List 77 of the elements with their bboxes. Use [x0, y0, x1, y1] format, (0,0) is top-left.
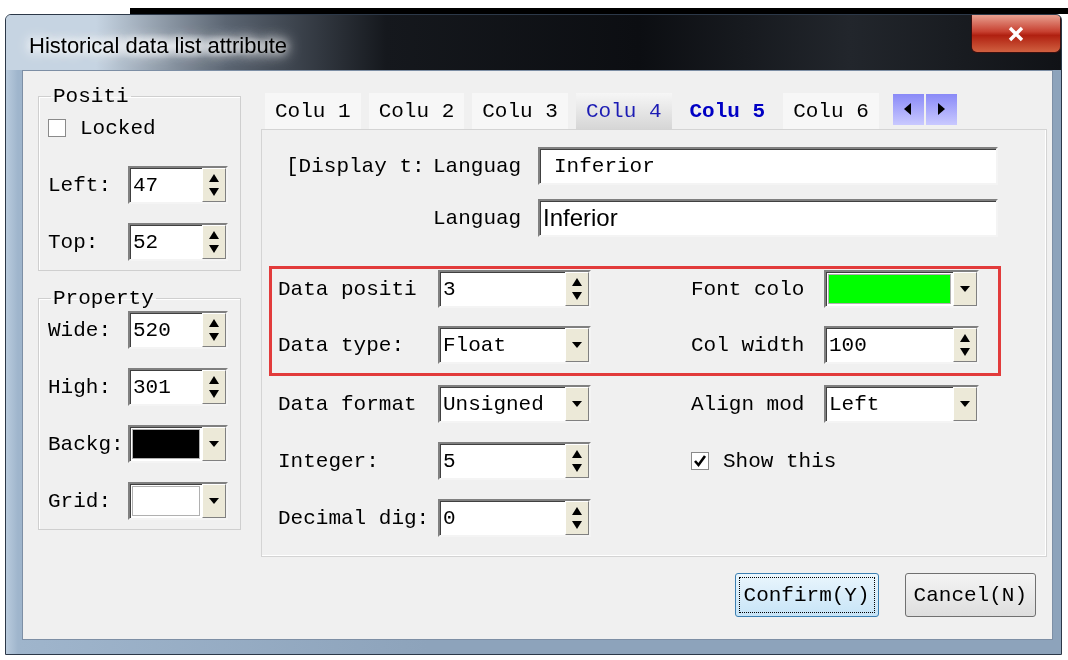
right-arrow-icon: [936, 102, 947, 116]
caret-icon: [570, 340, 584, 350]
caret-icon: [207, 439, 221, 449]
left-arrow-icon: [903, 102, 914, 116]
field-label: Top:: [48, 230, 100, 254]
dropdown-button[interactable]: [202, 484, 226, 518]
spin-field[interactable]: 520: [128, 311, 228, 349]
spin-button[interactable]: [202, 225, 226, 259]
color-picker[interactable]: [128, 425, 228, 463]
field-label: Col width: [691, 333, 806, 357]
dropdown-button[interactable]: [565, 387, 589, 421]
field-label: Align mod: [691, 392, 806, 416]
dropdown-button[interactable]: [202, 427, 226, 461]
field-label: Data type:: [278, 333, 406, 357]
color-swatch[interactable]: [132, 486, 200, 516]
field-label: High:: [48, 375, 112, 399]
scroll-right-button[interactable]: [925, 93, 957, 125]
spin-button[interactable]: [565, 272, 589, 306]
text-field[interactable]: Inferior: [538, 147, 998, 185]
section-label: [Display t:: [286, 154, 426, 178]
field-label: Wide:: [48, 318, 112, 342]
field-label: Left:: [48, 173, 112, 197]
tab[interactable]: Colu 6: [783, 93, 879, 129]
checkbox[interactable]: [48, 119, 66, 137]
field-label: Grid:: [48, 489, 112, 513]
spin-button[interactable]: [953, 328, 977, 362]
spin-field[interactable]: 301: [128, 368, 228, 406]
spin-field[interactable]: 5: [438, 442, 591, 480]
color-picker[interactable]: [128, 482, 228, 520]
caret-icon: [207, 496, 221, 506]
checkbox[interactable]: [691, 452, 709, 470]
spin-field[interactable]: 3: [438, 270, 591, 308]
color-swatch[interactable]: [828, 274, 951, 304]
color-swatch[interactable]: [132, 429, 200, 459]
spin-field[interactable]: 0: [438, 499, 591, 537]
field-label: Decimal dig:: [278, 506, 431, 530]
color-picker[interactable]: [824, 270, 979, 308]
field-label: Languag: [433, 206, 523, 230]
dropdown-field[interactable]: Unsigned: [438, 385, 591, 423]
spin-button[interactable]: [202, 370, 226, 404]
checkmark-icon: [693, 454, 707, 468]
tab[interactable]: Colu 1: [265, 93, 361, 129]
field-label: Backg:: [48, 432, 125, 456]
spin-field[interactable]: 100: [824, 326, 979, 364]
dropdown-button[interactable]: [953, 387, 977, 421]
field-label: Integer:: [278, 449, 380, 473]
spin-field[interactable]: 47: [128, 166, 228, 204]
field-label: Languag: [433, 154, 523, 178]
dropdown-button[interactable]: [565, 328, 589, 362]
close-icon: [1007, 25, 1025, 42]
dialog-button[interactable]: Confirm(Y): [734, 573, 879, 617]
scroll-left-button[interactable]: [892, 93, 924, 125]
dropdown-field[interactable]: Float: [438, 326, 591, 364]
spin-field[interactable]: 52: [128, 223, 228, 261]
tab[interactable]: Colu 4: [575, 93, 672, 129]
dialog-button[interactable]: Cancel(N): [904, 573, 1036, 617]
group-title: Positi: [52, 85, 130, 108]
tab[interactable]: Colu 2: [368, 93, 465, 129]
spin-button[interactable]: [565, 444, 589, 478]
caret-icon: [958, 284, 972, 294]
caret-icon: [958, 399, 972, 409]
dropdown-field[interactable]: Left: [824, 385, 979, 423]
tab[interactable]: Colu 5: [679, 93, 776, 129]
text-field[interactable]: Inferior: [538, 199, 998, 237]
group-title: Property: [52, 287, 155, 310]
checkbox-label: Show this: [723, 449, 837, 473]
caret-icon: [570, 399, 584, 409]
spin-button[interactable]: [202, 313, 226, 347]
spin-button[interactable]: [202, 168, 226, 202]
checkbox-label: Locked: [80, 116, 156, 140]
field-label: Data positi: [278, 277, 418, 301]
close-button[interactable]: [971, 15, 1061, 53]
field-label: Font colo: [691, 277, 806, 301]
spin-button[interactable]: [565, 501, 589, 535]
tab[interactable]: Colu 3: [472, 93, 568, 129]
field-label: Data format: [278, 392, 418, 416]
dropdown-button[interactable]: [953, 272, 977, 306]
